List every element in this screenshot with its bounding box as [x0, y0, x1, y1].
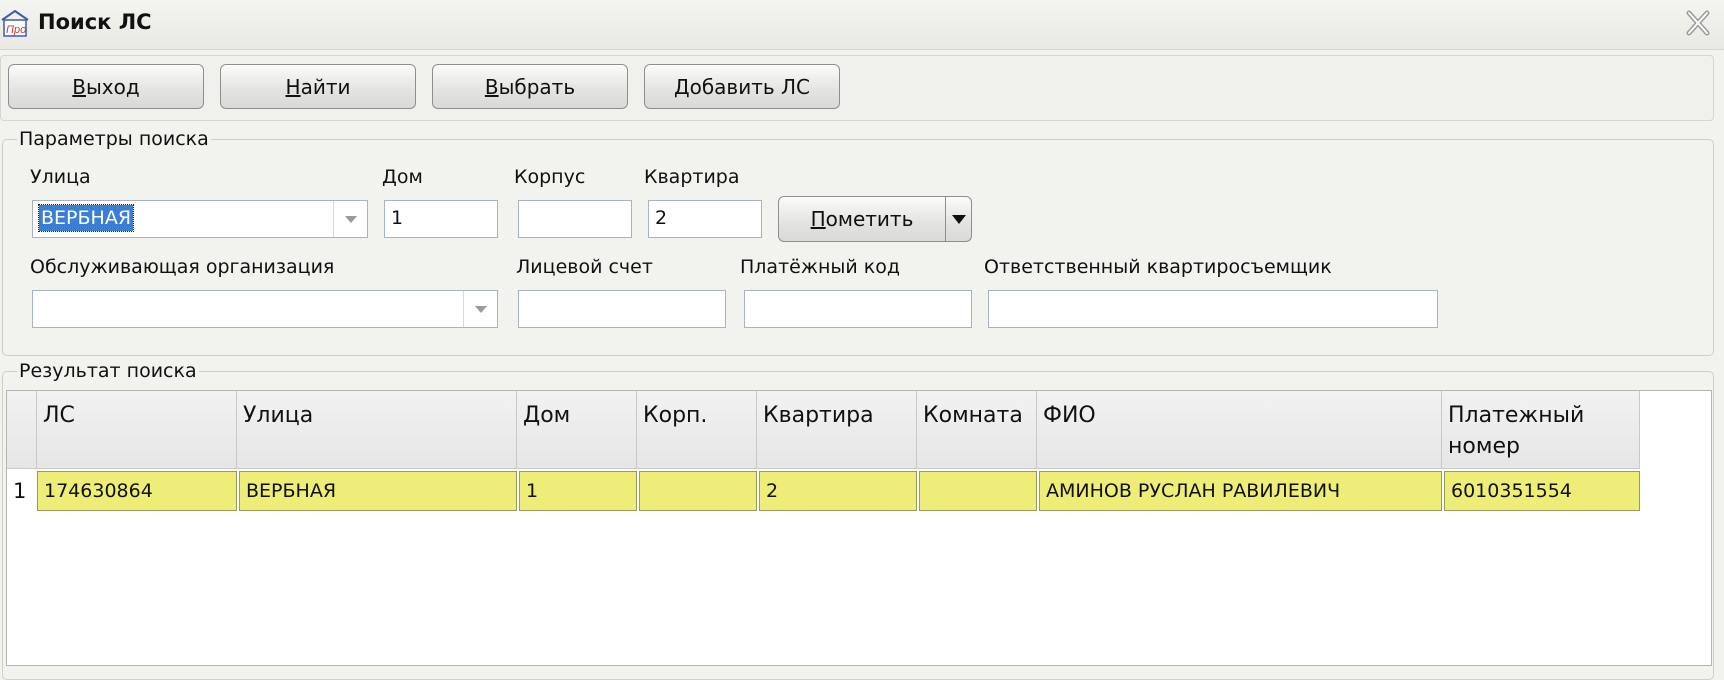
select-label: ыбрать: [498, 74, 576, 99]
column-header-building[interactable]: Корп.: [637, 391, 757, 469]
mark-button[interactable]: Пометить: [779, 197, 945, 241]
cell-payment-number[interactable]: 6010351554: [1444, 471, 1640, 511]
exit-button[interactable]: Выход: [8, 64, 204, 109]
select-button[interactable]: Выбрать: [432, 64, 628, 109]
cell-street[interactable]: ВЕРБНАЯ: [239, 471, 517, 511]
column-header-room[interactable]: Комната: [917, 391, 1037, 469]
tenant-label: Ответственный квартиросъемщик: [984, 256, 1332, 278]
mark-accel: П: [810, 207, 826, 231]
find-accel: Н: [285, 74, 301, 99]
street-label: Улица: [30, 166, 91, 188]
results-legend: Результат поиска: [19, 360, 197, 382]
house-label: Дом: [382, 166, 423, 188]
toolbar: Выход Найти Выбрать Добавить ЛС: [0, 55, 1714, 121]
cell-fio[interactable]: АМИНОВ РУСЛАН РАВИЛЕВИЧ: [1039, 471, 1442, 511]
cell-room[interactable]: [919, 471, 1037, 511]
house-input[interactable]: 1: [384, 200, 498, 238]
column-header-fio[interactable]: ФИО: [1037, 391, 1442, 469]
street-value: ВЕРБНАЯ: [37, 204, 135, 232]
street-combobox[interactable]: ВЕРБНАЯ: [32, 200, 368, 238]
building-label: Корпус: [514, 166, 586, 188]
account-input[interactable]: [518, 290, 726, 328]
row-header-corner: [7, 391, 37, 469]
app-logo-icon: Про: [1, 9, 29, 37]
org-combobox[interactable]: [32, 290, 498, 328]
cell-account[interactable]: 174630864: [37, 471, 237, 511]
column-header-street[interactable]: Улица: [237, 391, 517, 469]
mark-dropdown-icon[interactable]: [945, 197, 971, 241]
column-header-apartment[interactable]: Квартира: [757, 391, 917, 469]
svg-text:Про: Про: [6, 24, 26, 36]
cell-apartment[interactable]: 2: [759, 471, 917, 511]
exit-accel: В: [72, 74, 87, 99]
apartment-label: Квартира: [644, 166, 740, 188]
apartment-input[interactable]: 2: [648, 200, 762, 238]
results-table[interactable]: ЛС Улица Дом Корп. Квартира Комната ФИО …: [6, 390, 1712, 666]
title-bar: Про Поиск ЛС: [0, 0, 1724, 50]
select-accel: В: [484, 74, 499, 99]
account-label: Лицевой счет: [516, 256, 653, 278]
find-button[interactable]: Найти: [220, 64, 416, 109]
cell-building[interactable]: [639, 471, 757, 511]
building-input[interactable]: [518, 200, 632, 238]
chevron-down-icon[interactable]: [463, 291, 497, 327]
column-header-payment-number[interactable]: Платежный номер: [1442, 391, 1640, 469]
org-label: Обслуживающая организация: [30, 256, 335, 278]
payment-code-label: Платёжный код: [740, 256, 900, 278]
add-account-button[interactable]: Добавить ЛС: [644, 64, 840, 109]
row-number: 1: [13, 479, 27, 503]
column-header-account[interactable]: ЛС: [37, 391, 237, 469]
chevron-down-icon[interactable]: [333, 201, 367, 237]
find-label: айти: [300, 74, 351, 99]
tenant-input[interactable]: [988, 290, 1438, 328]
mark-split-button: Пометить: [778, 196, 972, 242]
cell-house[interactable]: 1: [519, 471, 637, 511]
payment-code-input[interactable]: [744, 290, 972, 328]
mark-label: ометить: [825, 207, 914, 231]
close-icon[interactable]: [1686, 10, 1710, 36]
column-header-house[interactable]: Дом: [517, 391, 637, 469]
search-params-legend: Параметры поиска: [19, 128, 209, 150]
exit-label: ыход: [86, 74, 140, 99]
window-title: Поиск ЛС: [38, 10, 152, 34]
